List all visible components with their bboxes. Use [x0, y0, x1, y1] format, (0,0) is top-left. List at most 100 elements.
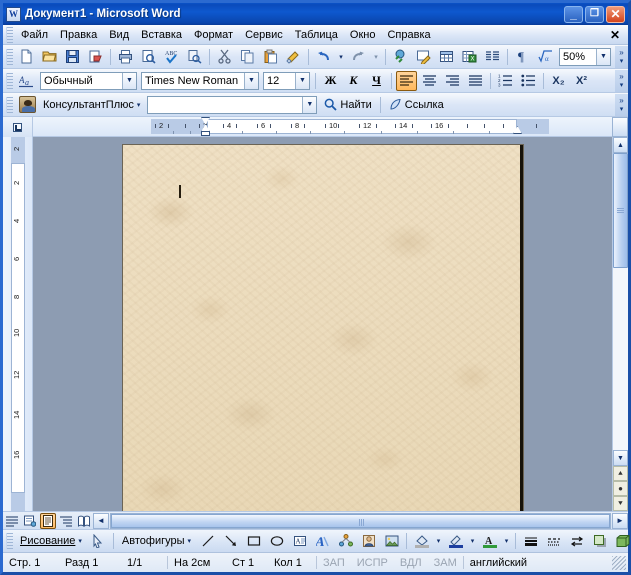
print-preview-icon[interactable]: [138, 47, 159, 67]
menu-view[interactable]: Вид: [103, 27, 135, 43]
picture-icon[interactable]: [381, 531, 402, 551]
cut-scissors-icon[interactable]: [214, 47, 235, 67]
menu-bar-grip[interactable]: [6, 26, 13, 43]
drawing-toolbar-grip[interactable]: [6, 533, 13, 549]
view-normal[interactable]: [4, 513, 20, 529]
browse-next-button[interactable]: ⯆: [613, 496, 628, 511]
rectangle-icon[interactable]: [243, 531, 264, 551]
shadow-style-icon[interactable]: [589, 531, 610, 551]
menu-file[interactable]: Файл: [15, 27, 54, 43]
font-combo[interactable]: Times New Roman ▼: [141, 71, 259, 90]
align-justify-icon[interactable]: [465, 71, 486, 91]
superscript-button[interactable]: X²: [571, 71, 592, 91]
vertical-scroll-thumb[interactable]: [613, 153, 628, 268]
vertical-scrollbar[interactable]: ▲ ▼ ⯅ ● ⯆: [612, 137, 628, 511]
bold-button[interactable]: Ж: [320, 71, 341, 91]
show-formatting-marks-icon[interactable]: ¶: [512, 47, 533, 67]
scroll-left-button[interactable]: ◄: [93, 512, 109, 529]
menu-table[interactable]: Таблица: [289, 27, 344, 43]
italic-button[interactable]: К: [343, 71, 364, 91]
subscript-button[interactable]: X₂: [548, 71, 569, 91]
chevron-down-icon[interactable]: ▼: [596, 48, 610, 65]
diagram-icon[interactable]: [335, 531, 356, 551]
email-icon[interactable]: [85, 47, 106, 67]
status-track-changes[interactable]: ИСПР: [351, 557, 394, 569]
formatting-toolbar-grip[interactable]: [6, 72, 13, 89]
save-disk-icon[interactable]: [62, 47, 83, 67]
menu-help[interactable]: Справка: [381, 27, 436, 43]
align-center-icon[interactable]: [419, 71, 440, 91]
menu-format[interactable]: Формат: [188, 27, 239, 43]
font-color-icon[interactable]: A: [479, 531, 500, 551]
line-color-icon[interactable]: [445, 531, 466, 551]
redo-dropdown-icon[interactable]: ▾: [371, 47, 381, 67]
view-print-layout[interactable]: [40, 512, 56, 529]
view-outline[interactable]: [58, 513, 74, 529]
insert-hyperlink-icon[interactable]: [390, 47, 411, 67]
chevron-down-icon[interactable]: ▼: [295, 72, 309, 89]
line-icon[interactable]: [197, 531, 218, 551]
browse-previous-button[interactable]: ⯅: [613, 466, 628, 481]
menu-tools[interactable]: Сервис: [239, 27, 289, 43]
drawing-menu-button[interactable]: Рисование ▾: [15, 531, 87, 551]
redo-icon[interactable]: [348, 47, 369, 67]
3d-style-icon[interactable]: [612, 531, 631, 551]
horizontal-ruler[interactable]: 2 2 4 6 8 10 12 14 16: [33, 117, 612, 137]
open-folder-icon[interactable]: [39, 47, 60, 67]
copy-icon[interactable]: [237, 47, 258, 67]
font-color-dropdown-icon[interactable]: ▾: [502, 531, 511, 551]
scroll-right-button[interactable]: ►: [612, 512, 628, 529]
maximize-button[interactable]: ❐: [585, 5, 604, 23]
menu-insert[interactable]: Вставка: [135, 27, 188, 43]
style-combo[interactable]: Обычный ▼: [40, 71, 137, 90]
font-size-combo[interactable]: 12 ▼: [263, 71, 310, 90]
status-overtype[interactable]: ЗАМ: [428, 557, 463, 569]
fill-color-dropdown-icon[interactable]: ▾: [434, 531, 443, 551]
insert-table-icon[interactable]: [436, 47, 457, 67]
word-art-icon[interactable]: A: [312, 531, 333, 551]
text-box-icon[interactable]: A: [289, 531, 310, 551]
consultant-toolbar-grip[interactable]: [6, 96, 13, 113]
document-canvas[interactable]: [33, 137, 612, 511]
align-left-icon[interactable]: [396, 70, 417, 91]
status-extend-selection[interactable]: ВДЛ: [394, 557, 428, 569]
horizontal-scroll-track[interactable]: [110, 512, 611, 529]
scroll-down-button[interactable]: ▼: [613, 450, 628, 466]
arrow-style-icon[interactable]: [566, 531, 587, 551]
scroll-up-button[interactable]: ▲: [613, 137, 628, 153]
resize-grip[interactable]: [612, 555, 626, 570]
consultant-toolbar-overflow-button[interactable]: » ▾: [615, 93, 628, 116]
view-web-layout[interactable]: [22, 513, 38, 529]
chevron-down-icon[interactable]: ▼: [302, 96, 317, 113]
undo-icon[interactable]: [313, 47, 334, 67]
bulleted-list-icon[interactable]: [518, 71, 539, 91]
menu-edit[interactable]: Правка: [54, 27, 103, 43]
underline-button[interactable]: Ч: [366, 71, 387, 91]
zoom-combo[interactable]: 50% ▼: [559, 47, 611, 66]
menu-window[interactable]: Окно: [344, 27, 382, 43]
paste-icon[interactable]: [260, 47, 281, 67]
select-arrow-icon[interactable]: [88, 531, 109, 551]
insert-excel-sheet-icon[interactable]: X: [459, 47, 480, 67]
fill-color-icon[interactable]: [411, 531, 432, 551]
format-painter-icon[interactable]: [283, 47, 304, 67]
view-reading[interactable]: [76, 513, 92, 529]
research-icon[interactable]: [184, 47, 205, 67]
oval-icon[interactable]: [266, 531, 287, 551]
close-document-button[interactable]: ✕: [602, 28, 628, 42]
select-browse-object-button[interactable]: ●: [613, 481, 628, 496]
line-color-dropdown-icon[interactable]: ▾: [468, 531, 477, 551]
formatting-toolbar-overflow-button[interactable]: » ▾: [615, 69, 628, 92]
consultant-search-input[interactable]: ▼: [147, 95, 318, 114]
link-button[interactable]: Ссылка: [384, 95, 449, 115]
align-right-icon[interactable]: [442, 71, 463, 91]
chevron-down-icon[interactable]: ▼: [244, 72, 258, 89]
styles-and-formatting-icon[interactable]: Aa: [16, 71, 37, 91]
spelling-check-icon[interactable]: ABC: [161, 47, 182, 67]
tables-and-borders-icon[interactable]: [413, 47, 434, 67]
print-icon[interactable]: [115, 47, 136, 67]
autoshapes-menu-button[interactable]: Автофигуры ▾: [117, 531, 196, 551]
standard-toolbar-grip[interactable]: [6, 48, 13, 65]
standard-toolbar-overflow-button[interactable]: » ▾: [615, 45, 628, 68]
document-page[interactable]: [123, 145, 523, 511]
